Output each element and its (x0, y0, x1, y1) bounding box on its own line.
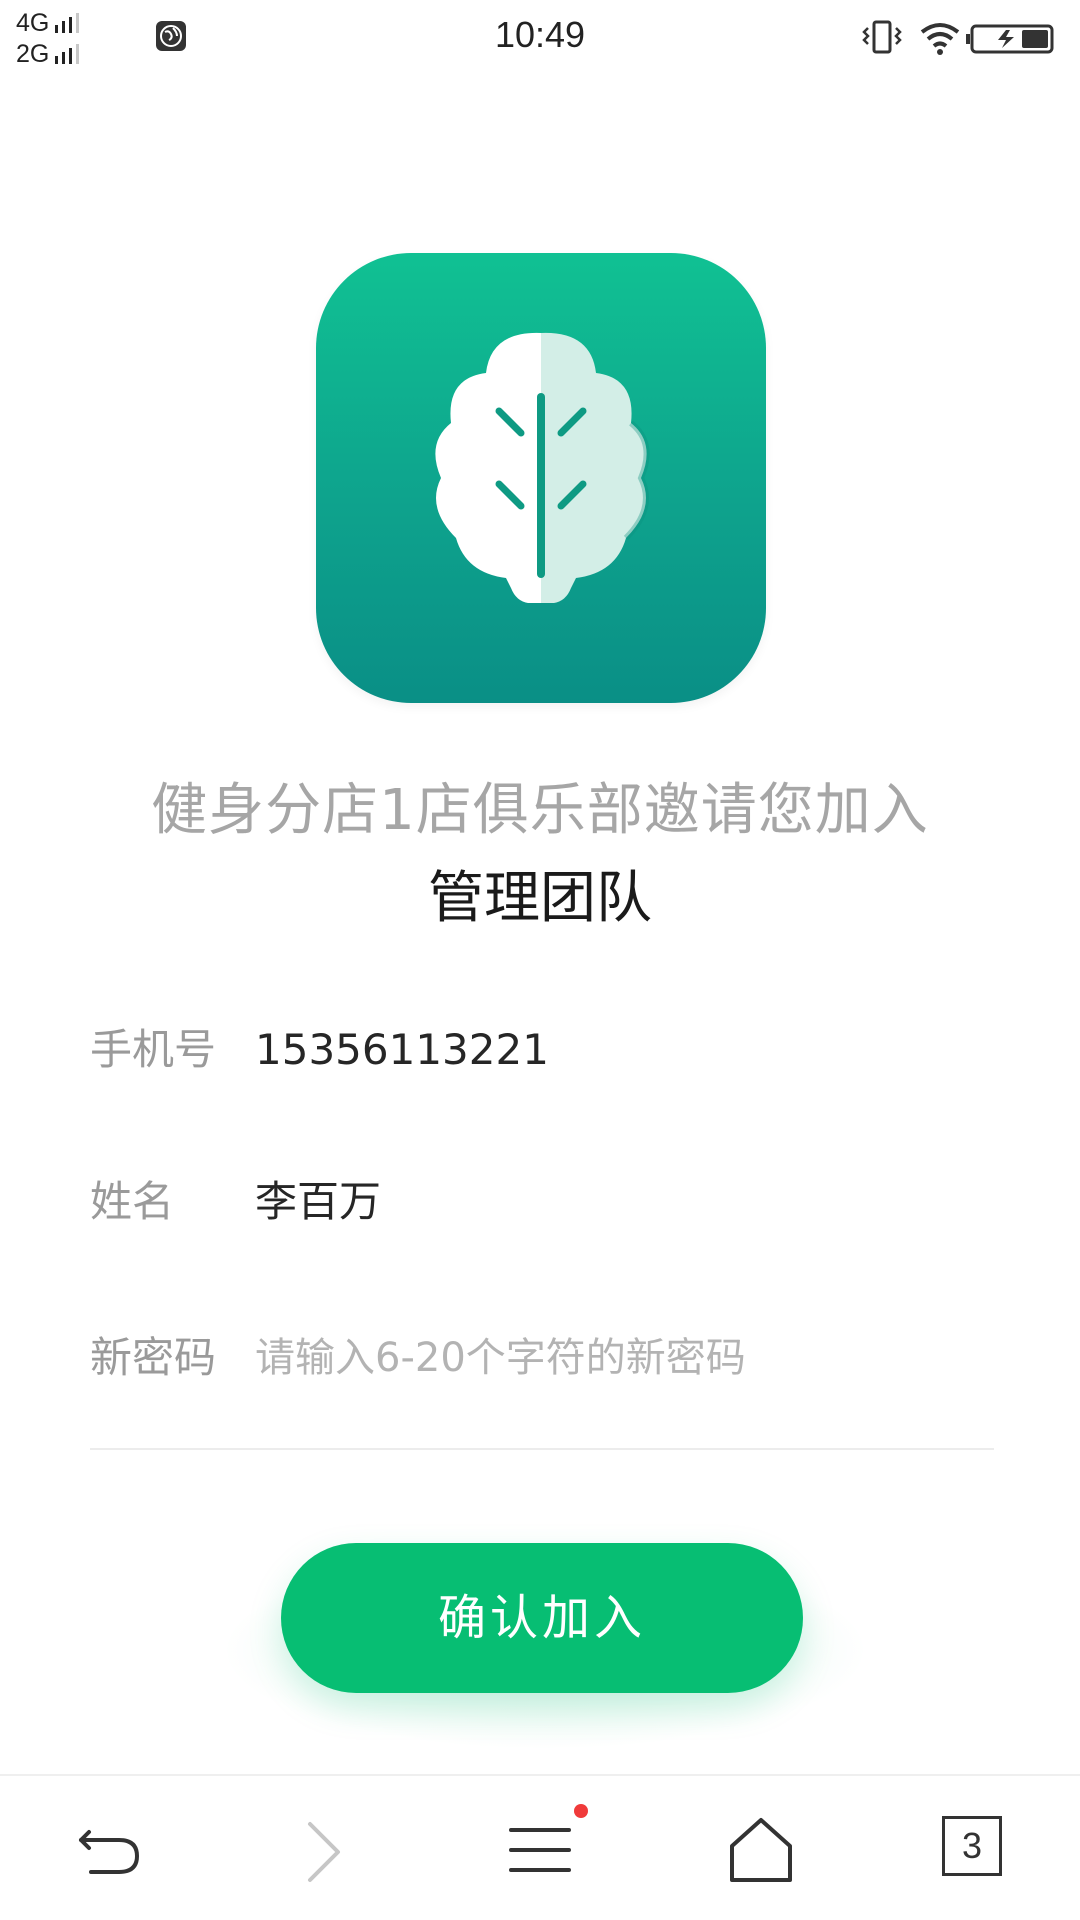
menu-icon[interactable] (505, 1816, 585, 1896)
network-label-1: 4G (16, 8, 50, 37)
new-password-input[interactable] (255, 1328, 975, 1388)
wifi-icon (920, 23, 960, 55)
confirm-join-button[interactable]: 确认加入 (281, 1543, 803, 1693)
tabs-icon[interactable]: 3 (942, 1816, 1022, 1896)
network-indicator: 4G 2G (16, 8, 126, 70)
forward-icon[interactable] (300, 1816, 380, 1896)
phone-row: 手机号 15356113221 (90, 1010, 990, 1090)
phone-label: 手机号 (90, 1025, 217, 1074)
password-label: 新密码 (90, 1333, 217, 1382)
vibrate-icon (862, 20, 902, 54)
invite-page: 4G 2G 10:49 健身分店1店俱乐部邀请您加入 管理团队 手机号 1535… (0, 0, 1080, 1920)
signal-bars-icon (55, 13, 83, 33)
status-time: 10:49 (494, 14, 586, 55)
signal-bars-icon (55, 44, 83, 64)
name-label: 姓名 (90, 1177, 175, 1226)
form-divider (90, 1448, 994, 1450)
password-row: 新密码 (90, 1318, 990, 1398)
home-icon[interactable] (726, 1816, 806, 1896)
phone-value: 15356113221 (255, 1025, 549, 1074)
menu-badge (574, 1804, 588, 1818)
tabs-count: 3 (942, 1816, 1002, 1876)
status-icons (862, 18, 1062, 58)
back-icon[interactable] (75, 1816, 155, 1896)
network-label-2: 2G (16, 39, 50, 68)
name-value: 李百万 (255, 1177, 382, 1226)
leaf-app-icon (316, 253, 766, 703)
browser-bottom-bar: 3 (0, 1774, 1080, 1920)
invite-text: 健身分店1店俱乐部邀请您加入 (151, 778, 929, 843)
battery-charging-icon (966, 24, 1054, 54)
globe-icon (155, 20, 187, 52)
name-row: 姓名 李百万 (90, 1162, 990, 1242)
team-title: 管理团队 (428, 866, 652, 931)
status-bar: 4G 2G 10:49 (0, 0, 1080, 80)
